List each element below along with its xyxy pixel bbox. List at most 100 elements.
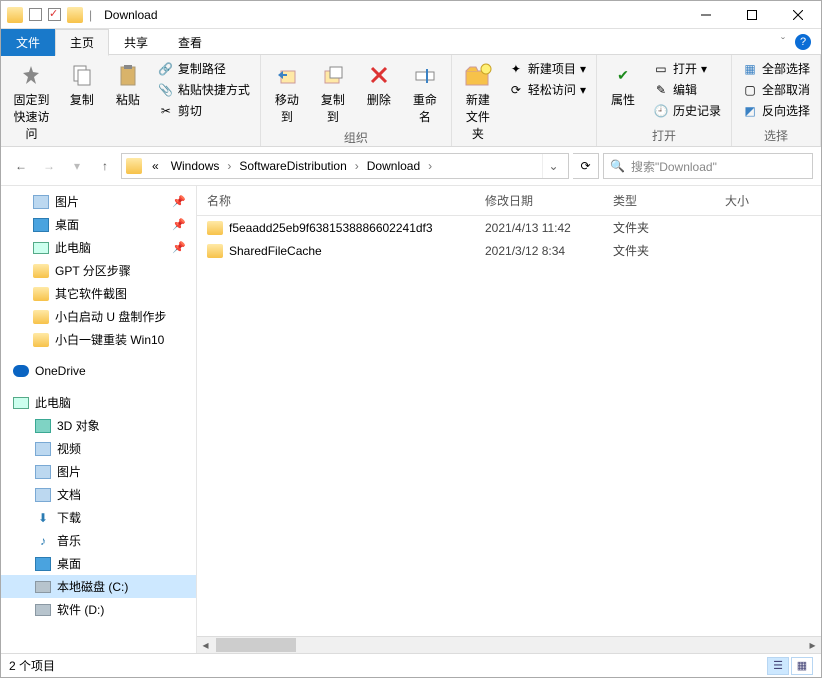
sidebar-item[interactable]: 图片📌	[1, 190, 196, 213]
pin-icon: 📌	[172, 241, 192, 254]
help-icon[interactable]: ?	[795, 34, 811, 50]
sidebar-item[interactable]: ♪音乐	[1, 529, 196, 552]
new-item-button[interactable]: ✦新建项目 ▾	[504, 59, 590, 78]
recent-dropdown[interactable]: ▾	[65, 154, 89, 178]
pin-to-quick-access-button[interactable]: 固定到快速访问	[7, 59, 56, 144]
qa-checkbox-2[interactable]	[48, 8, 61, 21]
view-details-button[interactable]: ☰	[767, 657, 789, 675]
copy-button[interactable]: 复制	[62, 59, 102, 110]
documents-icon	[35, 488, 51, 502]
table-row[interactable]: SharedFileCache 2021/3/12 8:34 文件夹	[197, 239, 821, 262]
file-type: 文件夹	[613, 219, 725, 236]
new-folder-button[interactable]: 新建 文件夹	[458, 59, 498, 144]
rename-button[interactable]: 重命名	[405, 59, 445, 127]
breadcrumb-overflow[interactable]: «	[146, 156, 165, 176]
properties-button[interactable]: ✔ 属性	[603, 59, 643, 110]
chevron-right-icon[interactable]: ›	[225, 159, 233, 173]
folder-icon	[126, 158, 142, 174]
close-button[interactable]	[775, 1, 821, 29]
drive-icon	[35, 604, 51, 616]
forward-button[interactable]: →	[37, 154, 61, 178]
collapse-ribbon-icon[interactable]: ˇ	[781, 35, 785, 49]
chevron-right-icon[interactable]: ›	[426, 159, 434, 173]
scroll-left-icon[interactable]: ◂	[197, 637, 214, 654]
select-all-button[interactable]: ▦全部选择	[738, 59, 814, 78]
column-modified[interactable]: 修改日期	[475, 186, 603, 215]
sidebar-item[interactable]: 3D 对象	[1, 414, 196, 437]
minimize-button[interactable]	[683, 1, 729, 29]
file-type: 文件夹	[613, 242, 725, 259]
copy-to-button[interactable]: 复制到	[313, 59, 353, 127]
sidebar-item[interactable]: 小白启动 U 盘制作步	[1, 305, 196, 328]
tab-file[interactable]: 文件	[1, 29, 55, 56]
open-group-label: 打开	[603, 125, 725, 144]
sidebar-item[interactable]: GPT 分区步骤	[1, 259, 196, 282]
paste-button[interactable]: 粘贴	[108, 59, 148, 110]
move-to-button[interactable]: 移动到	[267, 59, 307, 127]
breadcrumb-segment[interactable]: Windows	[165, 156, 226, 176]
table-row[interactable]: f5eaadd25eb9f6381538886602241df3 2021/4/…	[197, 216, 821, 239]
sidebar-item[interactable]: ⬇下载	[1, 506, 196, 529]
sidebar-item[interactable]: 此电脑📌	[1, 236, 196, 259]
tab-share[interactable]: 共享	[109, 29, 163, 56]
edit-button[interactable]: ✎编辑	[649, 80, 725, 99]
breadcrumb[interactable]: « Windows › SoftwareDistribution › Downl…	[121, 153, 569, 179]
column-size[interactable]: 大小	[715, 186, 821, 215]
cut-button[interactable]: ✂剪切	[154, 101, 254, 120]
sidebar-item[interactable]: 其它软件截图	[1, 282, 196, 305]
tab-view[interactable]: 查看	[163, 29, 217, 56]
edit-icon: ✎	[653, 82, 669, 98]
invert-selection-button[interactable]: ◩反向选择	[738, 101, 814, 120]
sidebar-item[interactable]: 桌面📌	[1, 213, 196, 236]
sidebar-item-onedrive[interactable]: OneDrive	[1, 361, 196, 381]
delete-icon	[365, 61, 393, 89]
downloads-icon: ⬇	[35, 510, 51, 526]
scroll-right-icon[interactable]: ▸	[804, 637, 821, 654]
view-icons-button[interactable]: ▦	[791, 657, 813, 675]
back-button[interactable]: ←	[9, 154, 33, 178]
sidebar-item[interactable]: 桌面	[1, 552, 196, 575]
maximize-button[interactable]	[729, 1, 775, 29]
refresh-button[interactable]: ⟳	[573, 153, 599, 179]
sidebar-item-label: 桌面	[57, 555, 81, 572]
pictures-icon	[35, 465, 51, 479]
open-button[interactable]: ▭打开 ▾	[649, 59, 725, 78]
copy-path-button[interactable]: 🔗复制路径	[154, 59, 254, 78]
chevron-right-icon[interactable]: ›	[353, 159, 361, 173]
column-name[interactable]: 名称	[197, 186, 475, 215]
history-button[interactable]: 🕘历史记录	[649, 101, 725, 120]
sidebar-item[interactable]: 视频	[1, 437, 196, 460]
easy-access-button[interactable]: ⟳轻松访问 ▾	[504, 80, 590, 99]
pc-icon	[33, 242, 49, 254]
sidebar-item-thispc[interactable]: 此电脑	[1, 391, 196, 414]
3d-icon	[35, 419, 51, 433]
select-group-label: 选择	[738, 125, 814, 144]
breadcrumb-dropdown[interactable]: ⌄	[542, 154, 564, 178]
sidebar-item[interactable]: 本地磁盘 (C:)	[1, 575, 196, 598]
sidebar-item[interactable]: 软件 (D:)	[1, 598, 196, 621]
tab-home[interactable]: 主页	[55, 29, 109, 56]
sidebar-item[interactable]: 文档	[1, 483, 196, 506]
scroll-thumb[interactable]	[216, 638, 296, 652]
up-button[interactable]: ↑	[93, 154, 117, 178]
qa-checkbox-1[interactable]	[29, 8, 42, 21]
address-bar: ← → ▾ ↑ « Windows › SoftwareDistribution…	[1, 147, 821, 186]
folder-icon	[67, 7, 83, 23]
column-headers: 名称 修改日期 类型 大小	[197, 186, 821, 216]
new-folder-icon	[464, 61, 492, 89]
paste-shortcut-button[interactable]: 📎粘贴快捷方式	[154, 80, 254, 99]
column-type[interactable]: 类型	[603, 186, 715, 215]
sidebar-item-label: 本地磁盘 (C:)	[57, 578, 128, 595]
path-icon: 🔗	[158, 61, 174, 77]
select-none-button[interactable]: ▢全部取消	[738, 80, 814, 99]
file-name: f5eaadd25eb9f6381538886602241df3	[229, 221, 433, 235]
delete-button[interactable]: 删除	[359, 59, 399, 110]
sidebar-item[interactable]: 图片	[1, 460, 196, 483]
sidebar-item[interactable]: 小白一键重装 Win10	[1, 328, 196, 351]
horizontal-scrollbar[interactable]: ◂ ▸	[197, 636, 821, 653]
breadcrumb-segment[interactable]: SoftwareDistribution	[233, 156, 352, 176]
organize-group-label: 组织	[267, 127, 445, 146]
navigation-pane[interactable]: 图片📌桌面📌此电脑📌GPT 分区步骤其它软件截图小白启动 U 盘制作步小白一键重…	[1, 186, 197, 653]
search-input[interactable]: 🔍 搜索"Download"	[603, 153, 813, 179]
breadcrumb-segment[interactable]: Download	[361, 156, 426, 176]
